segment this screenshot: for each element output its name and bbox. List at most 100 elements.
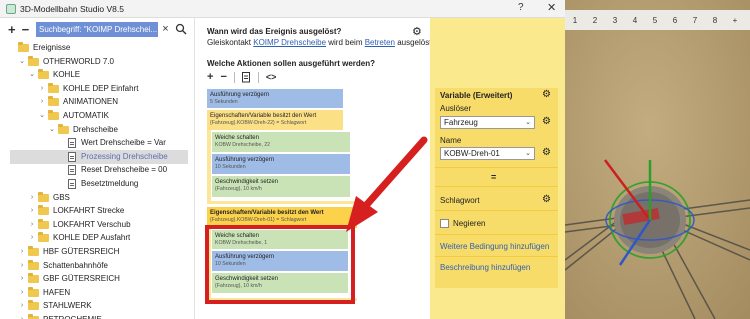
- tree-item[interactable]: Reset Drehscheibe = 00: [58, 163, 167, 177]
- action-detail: KOBW Drehscheibe, 22: [215, 142, 271, 149]
- tree-item[interactable]: › LOKFAHRT Verschub: [28, 218, 131, 232]
- folder-icon: [48, 82, 59, 93]
- remove-button[interactable]: −: [22, 23, 30, 36]
- gear-icon[interactable]: ⚙: [412, 25, 422, 38]
- tree-item[interactable]: Prozessing Drehscheibe: [10, 149, 188, 164]
- tree-item-label: PETROCHEMIE: [43, 313, 102, 319]
- action-item[interactable]: Eigenschaften/Variable besitzt den Wert …: [207, 110, 343, 130]
- gear-icon[interactable]: ⚙: [542, 194, 551, 205]
- viewport-toolbar-button[interactable]: 6: [665, 16, 685, 25]
- search-input[interactable]: Suchbegriff: "KOIMP Drehschei...: [36, 22, 158, 37]
- tree-item-label: OTHERWORLD 7.0: [43, 56, 114, 66]
- chevron-right-icon[interactable]: ›: [38, 82, 46, 96]
- action-detail: {Fahrzeug}.KOBW-Dreh-22} = Schlagwort: [210, 120, 307, 127]
- add-action-button[interactable]: +: [207, 71, 213, 83]
- trigger-select[interactable]: Fahrzeug ⌄: [440, 116, 535, 129]
- chevron-down-icon[interactable]: ⌄: [18, 55, 26, 69]
- viewport-toolbar-button[interactable]: 4: [625, 16, 645, 25]
- chevron-right-icon[interactable]: ›: [28, 191, 36, 205]
- tree-item[interactable]: ⌄ AUTOMATIK: [38, 109, 109, 123]
- chevron-right-icon[interactable]: ›: [18, 245, 26, 259]
- trigger-object-link[interactable]: KOIMP Drehscheibe: [253, 38, 326, 47]
- add-condition-link[interactable]: Weitere Bedingung hinzufügen: [440, 242, 549, 251]
- gear-icon[interactable]: ⚙: [542, 147, 551, 158]
- tree-item[interactable]: › GBF GÜTERSREICH: [18, 272, 120, 286]
- trigger-action-link[interactable]: Betreten: [365, 38, 395, 47]
- action-title: Eigenschaften/Variable besitzt den Wert: [210, 210, 324, 216]
- viewport-toolbar-button[interactable]: 2: [585, 16, 605, 25]
- gear-icon[interactable]: ⚙: [542, 116, 551, 127]
- title-bar: 3D-Modellbahn Studio V8.5 ? ✕: [0, 0, 565, 18]
- tree-item[interactable]: › HAFEN: [18, 286, 70, 300]
- action-item[interactable]: Ausführung verzögern 10 Sekunden: [212, 154, 350, 174]
- chevron-right-icon[interactable]: ›: [28, 231, 36, 245]
- tree-item[interactable]: › KOHLE DEP Einfahrt: [38, 82, 138, 96]
- help-button[interactable]: ?: [518, 2, 524, 13]
- tree-item[interactable]: Wert Drehscheibe = Var: [58, 136, 166, 150]
- close-button[interactable]: ✕: [547, 1, 556, 14]
- action-item[interactable]: Ausführung verzögern 5 Sekunden: [207, 89, 343, 108]
- add-button[interactable]: +: [8, 23, 16, 36]
- chevron-down-icon[interactable]: ⌄: [28, 68, 36, 82]
- tree-item[interactable]: › KOHLE DEP Ausfahrt: [28, 231, 130, 245]
- chevron-right-icon[interactable]: ›: [28, 218, 36, 232]
- chevron-down-icon[interactable]: ⌄: [38, 109, 46, 123]
- document-icon: [68, 151, 76, 162]
- tree-item[interactable]: ⌄ Drehscheibe: [48, 123, 118, 137]
- viewport-toolbar-button[interactable]: 1: [565, 16, 585, 25]
- 3d-viewport[interactable]: 1 2 3 4 5 6 7 8 +: [565, 0, 750, 319]
- folder-icon: [38, 218, 49, 229]
- chevron-right-icon[interactable]: ›: [18, 299, 26, 313]
- tree-item[interactable]: › STAHLWERK: [18, 299, 92, 313]
- search-clear-button[interactable]: ×: [160, 22, 171, 37]
- negate-checkbox[interactable]: [440, 219, 449, 228]
- event-editor: Wann wird das Ereignis ausgelöst? ⚙ Glei…: [195, 18, 434, 319]
- remove-action-button[interactable]: −: [220, 71, 226, 83]
- chevron-down-icon[interactable]: ⌄: [48, 123, 56, 137]
- viewport-toolbar-button[interactable]: 8: [705, 16, 725, 25]
- action-item[interactable]: Weiche schalten KOBW Drehscheibe, 22: [212, 132, 350, 152]
- name-select[interactable]: KOBW-Dreh-01 ⌄: [440, 147, 535, 160]
- add-description-link[interactable]: Beschreibung hinzufügen: [440, 263, 530, 272]
- search-icon[interactable]: [175, 23, 187, 35]
- document-icon: [68, 165, 76, 176]
- tree-item-label: Wert Drehscheibe = Var: [81, 138, 166, 148]
- chevron-down-icon: ⌄: [525, 119, 531, 126]
- divider: [435, 167, 558, 168]
- folder-icon: [38, 205, 49, 216]
- tree-item[interactable]: › PETROCHEMIE: [18, 313, 102, 319]
- chevron-right-icon[interactable]: ›: [18, 272, 26, 286]
- viewport-toolbar-button[interactable]: +: [725, 16, 745, 25]
- action-item[interactable]: Geschwindigkeit setzen {Fahrzeug}, 10 km…: [212, 176, 350, 197]
- action-detail: {Fahrzeug}, 10 km/h: [215, 186, 262, 193]
- tree-item[interactable]: ⌄ KOHLE: [28, 68, 80, 82]
- keyword-value[interactable]: Schlagwort: [440, 196, 480, 205]
- action-title: Geschwindigkeit setzen: [215, 179, 279, 185]
- tree-item-label: KOHLE: [53, 70, 81, 80]
- chevron-right-icon[interactable]: ›: [28, 204, 36, 218]
- folder-icon: [38, 232, 49, 243]
- action-detail: {Fahrzeug}.KOBW-Dreh-01} = Schlagwort: [210, 217, 307, 224]
- tree-item[interactable]: › ANIMATIONEN: [38, 95, 118, 109]
- tree-item[interactable]: › HBF GÜTERSREICH: [18, 245, 119, 259]
- tree-item[interactable]: ⌄ OTHERWORLD 7.0: [18, 55, 114, 69]
- trigger-text-mid: wird beim: [326, 38, 365, 47]
- copy-icon[interactable]: [241, 71, 251, 83]
- tree-item[interactable]: › GBS: [28, 191, 70, 205]
- viewport-toolbar-button[interactable]: 7: [685, 16, 705, 25]
- tree-item[interactable]: › LOKFAHRT Strecke: [28, 204, 124, 218]
- trigger-label: Auslöser: [440, 104, 472, 113]
- viewport-toolbar-button[interactable]: 5: [645, 16, 665, 25]
- code-view-button[interactable]: <>: [266, 72, 277, 82]
- chevron-right-icon[interactable]: ›: [18, 286, 26, 300]
- tree-item[interactable]: › Schattenbahnhöfe: [18, 259, 108, 273]
- viewport-toolbar-button[interactable]: 3: [605, 16, 625, 25]
- actions-toolbar: + − <>: [207, 71, 276, 83]
- chevron-right-icon[interactable]: ›: [38, 95, 46, 109]
- tree-item[interactable]: Besetztmeldung: [58, 177, 138, 191]
- tree-item[interactable]: Ereignisse: [8, 41, 70, 55]
- chevron-right-icon[interactable]: ›: [18, 313, 26, 319]
- chevron-right-icon[interactable]: ›: [18, 259, 26, 273]
- document-icon: [68, 179, 76, 189]
- gear-icon[interactable]: ⚙: [542, 89, 551, 100]
